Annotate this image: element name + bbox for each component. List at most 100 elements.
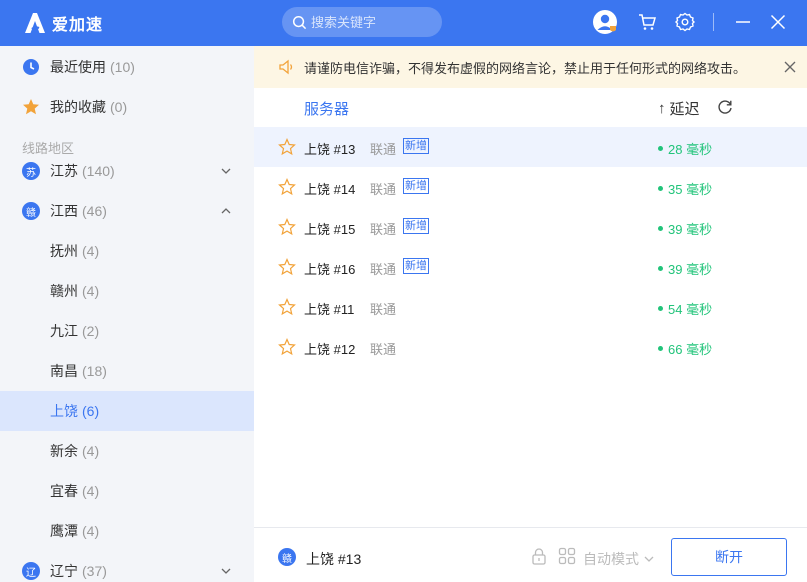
- server-isp: 联通: [370, 262, 397, 277]
- star-outline-icon[interactable]: [278, 298, 296, 316]
- region-badge: 辽: [22, 562, 40, 580]
- server-row[interactable]: 上饶 #15 联通 新增 39 毫秒: [254, 207, 807, 247]
- star-outline-icon[interactable]: [278, 218, 296, 236]
- ping-dot: [658, 266, 663, 271]
- server-row-selected[interactable]: 上饶 #13 联通 新增 28 毫秒: [254, 127, 807, 167]
- ping-value: 35 毫秒: [668, 182, 713, 197]
- chevron-up-icon: [221, 208, 231, 214]
- sidebar-item-count: (0): [110, 99, 128, 115]
- cart-icon: [639, 14, 656, 30]
- city-label: 赣州: [50, 283, 78, 299]
- column-header-latency[interactable]: ↑ 延迟: [658, 98, 700, 119]
- region-badge: 赣: [278, 548, 296, 566]
- search-box[interactable]: [282, 7, 442, 37]
- server-isp: 联通: [370, 222, 397, 237]
- sidebar-item-label: 最近使用: [50, 59, 106, 75]
- title-bar: 爱加速: [0, 0, 807, 46]
- user-avatar-icon: [593, 10, 617, 34]
- ping-value: 54 毫秒: [668, 302, 713, 317]
- sidebar-city-item[interactable]: 九江 (2): [0, 311, 254, 351]
- chevron-down-icon: [221, 568, 231, 574]
- column-header-server[interactable]: 服务器: [304, 98, 349, 119]
- gear-icon: [675, 12, 695, 32]
- server-name: 上饶 #15: [304, 222, 356, 237]
- city-label: 新余: [50, 443, 78, 459]
- region-badge: 苏: [22, 162, 40, 180]
- current-server-name: 上饶 #13: [306, 551, 362, 567]
- app-logo: 爱加速: [22, 10, 103, 36]
- region-label: 江西: [50, 203, 78, 219]
- app-title: 爱加速: [52, 17, 104, 34]
- sidebar-city-item[interactable]: 宜春 (4): [0, 471, 254, 511]
- refresh-icon[interactable]: [716, 98, 734, 116]
- disconnect-button[interactable]: 断开: [671, 538, 787, 576]
- user-avatar[interactable]: [592, 9, 618, 35]
- server-ping: 35 毫秒: [658, 179, 712, 198]
- server-isp: 联通: [370, 342, 397, 357]
- clock-icon: [23, 59, 39, 75]
- city-count: (6): [82, 403, 100, 419]
- sidebar-city-item[interactable]: 抚州 (4): [0, 231, 254, 271]
- city-count: (18): [82, 363, 107, 379]
- sidebar-item-favorites[interactable]: 我的收藏 (0): [0, 87, 254, 127]
- city-label: 鹰潭: [50, 523, 78, 539]
- sidebar-city-item[interactable]: 新余 (4): [0, 431, 254, 471]
- server-row[interactable]: 上饶 #11 联通 54 毫秒: [254, 287, 807, 327]
- star-outline-icon[interactable]: [278, 258, 296, 276]
- settings-button[interactable]: [672, 9, 698, 35]
- sidebar-region-liaoning[interactable]: 辽 辽宁 (37): [0, 551, 254, 582]
- server-name: 上饶 #16: [304, 262, 356, 277]
- server-row[interactable]: 上饶 #14 联通 新增 35 毫秒: [254, 167, 807, 207]
- region-count: (46): [82, 203, 107, 219]
- list-header: 服务器 ↑ 延迟: [254, 88, 807, 126]
- sidebar-item-recent[interactable]: 最近使用 (10): [0, 47, 254, 87]
- star-outline-icon[interactable]: [278, 138, 296, 156]
- sort-arrow-icon: ↑: [658, 100, 666, 117]
- star-icon: [23, 99, 39, 115]
- sidebar-city-item[interactable]: 南昌 (18): [0, 351, 254, 391]
- mode-selector[interactable]: 自动模式: [583, 549, 655, 569]
- region-badge: 赣: [22, 202, 40, 220]
- star-outline-icon[interactable]: [278, 178, 296, 196]
- connection-footer: 赣 上饶 #13 自动模式 断开: [254, 527, 807, 582]
- server-name: 上饶 #13: [304, 142, 356, 157]
- search-icon: [292, 15, 307, 29]
- server-row[interactable]: 上饶 #16 联通 新增 39 毫秒: [254, 247, 807, 287]
- ping-dot: [658, 346, 663, 351]
- sidebar-region-jiangsu[interactable]: 苏 江苏 (140): [0, 151, 254, 191]
- sidebar-region-jiangxi[interactable]: 赣 江西 (46): [0, 191, 254, 231]
- server-isp: 联通: [370, 182, 397, 197]
- region-label: 辽宁: [50, 563, 78, 579]
- speaker-icon: [279, 59, 293, 75]
- latency-label: 延迟: [669, 101, 700, 118]
- close-icon: [770, 14, 786, 30]
- sidebar-city-item[interactable]: 鹰潭 (4): [0, 511, 254, 551]
- ping-dot: [658, 146, 663, 151]
- city-count: (4): [82, 283, 100, 299]
- server-name: 上饶 #11: [304, 302, 355, 317]
- minimize-button[interactable]: [730, 9, 756, 35]
- lock-icon[interactable]: [530, 547, 548, 565]
- cart-button[interactable]: [634, 9, 660, 35]
- new-badge: 新增: [403, 178, 429, 194]
- star-outline-icon[interactable]: [278, 338, 296, 356]
- ping-value: 66 毫秒: [668, 342, 713, 357]
- close-button[interactable]: [765, 9, 791, 35]
- new-badge: 新增: [403, 138, 429, 154]
- server-name: 上饶 #12: [304, 342, 356, 357]
- sidebar-city-item[interactable]: 赣州 (4): [0, 271, 254, 311]
- server-row[interactable]: 上饶 #12 联通 66 毫秒: [254, 327, 807, 367]
- region-count: (140): [82, 163, 115, 179]
- ping-value: 39 毫秒: [668, 262, 713, 277]
- server-ping: 66 毫秒: [658, 339, 712, 358]
- close-icon[interactable]: [783, 60, 797, 74]
- server-ping: 39 毫秒: [658, 219, 712, 238]
- city-label: 抚州: [50, 243, 78, 259]
- sidebar: 最近使用 (10) 我的收藏 (0) 线路地区 苏 江苏 (140) 赣 江西 …: [0, 46, 254, 582]
- new-badge: 新增: [403, 258, 429, 274]
- sidebar-city-item-selected[interactable]: 上饶 (6): [0, 391, 254, 431]
- city-count: (4): [82, 243, 100, 259]
- chevron-down-icon: [644, 556, 654, 562]
- chevron-down-icon: [221, 168, 231, 174]
- search-input[interactable]: [311, 14, 431, 30]
